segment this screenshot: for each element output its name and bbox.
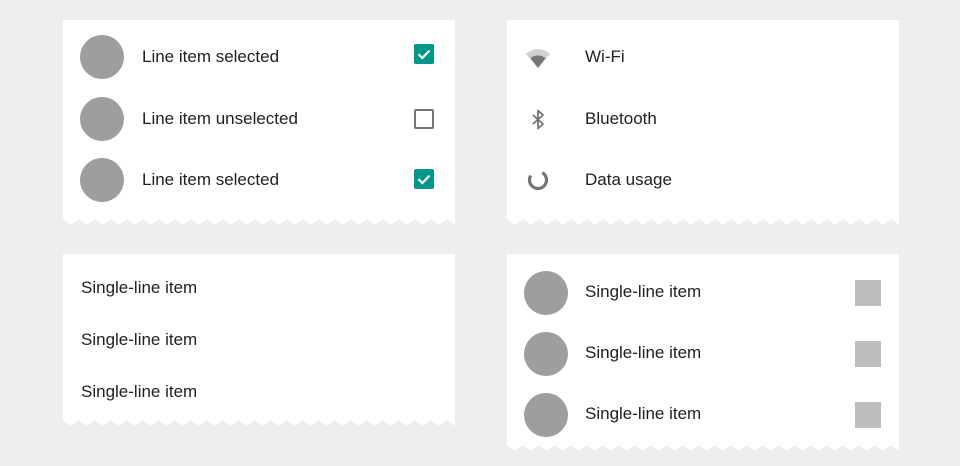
list-card-icons: Wi-Fi Bluetooth Data usage (507, 20, 899, 226)
checkbox-checked[interactable] (414, 44, 434, 64)
list-item-label: Single-line item (81, 330, 198, 349)
wifi-icon (525, 45, 551, 71)
torn-edge (507, 219, 899, 226)
list-item[interactable]: Single-line item (507, 261, 899, 322)
list-item[interactable]: Single-line item (63, 258, 455, 310)
torn-edge (507, 445, 899, 452)
list-item-label: Single-line item (81, 278, 198, 297)
list-item-wifi[interactable]: Wi-Fi (507, 27, 899, 88)
list-item[interactable]: Single-line item (63, 310, 455, 362)
list-item-label: Line item unselected (142, 109, 298, 128)
list-item-label: Single-line item (585, 404, 702, 423)
list-item-label: Single-line item (585, 282, 702, 301)
list-item[interactable]: Line item selected (63, 27, 455, 88)
list-item[interactable]: Line item selected (63, 149, 455, 210)
bluetooth-icon (525, 107, 551, 133)
list-item-bluetooth[interactable]: Bluetooth (507, 88, 899, 149)
checkmark-icon (417, 174, 431, 185)
avatar (524, 332, 568, 376)
list-card-single-line: Single-line item Single-line item Single… (63, 254, 455, 427)
checkmark-icon (417, 49, 431, 60)
checkbox-checked[interactable] (414, 169, 434, 189)
list-item-data-usage[interactable]: Data usage (507, 149, 899, 210)
torn-edge (63, 219, 455, 226)
placeholder-square (855, 341, 881, 367)
list-card-avatar-square: Single-line item Single-line item Single… (507, 254, 899, 452)
list-item-label: Single-line item (585, 343, 702, 362)
avatar (80, 158, 124, 202)
list-item-label: Single-line item (81, 382, 198, 401)
list-item[interactable]: Single-line item (507, 322, 899, 383)
list-item-label: Line item selected (142, 170, 280, 189)
checkbox-unchecked[interactable] (414, 109, 434, 129)
placeholder-square (855, 280, 881, 306)
list-item-label: Bluetooth (585, 109, 657, 128)
avatar (524, 393, 568, 437)
list-card-avatar-checkbox: Line item selected Line item unselected … (63, 20, 455, 226)
list-item[interactable]: Line item unselected (63, 88, 455, 149)
placeholder-square (855, 402, 881, 428)
list-item[interactable]: Single-line item (63, 362, 455, 414)
avatar (80, 35, 124, 79)
avatar (80, 97, 124, 141)
list-item[interactable]: Single-line item (507, 383, 899, 444)
torn-edge (63, 420, 455, 427)
avatar (524, 271, 568, 315)
list-item-label: Wi-Fi (585, 47, 625, 66)
list-item-label: Data usage (585, 170, 672, 189)
list-item-label: Line item selected (142, 47, 280, 66)
data-usage-icon (525, 167, 551, 193)
